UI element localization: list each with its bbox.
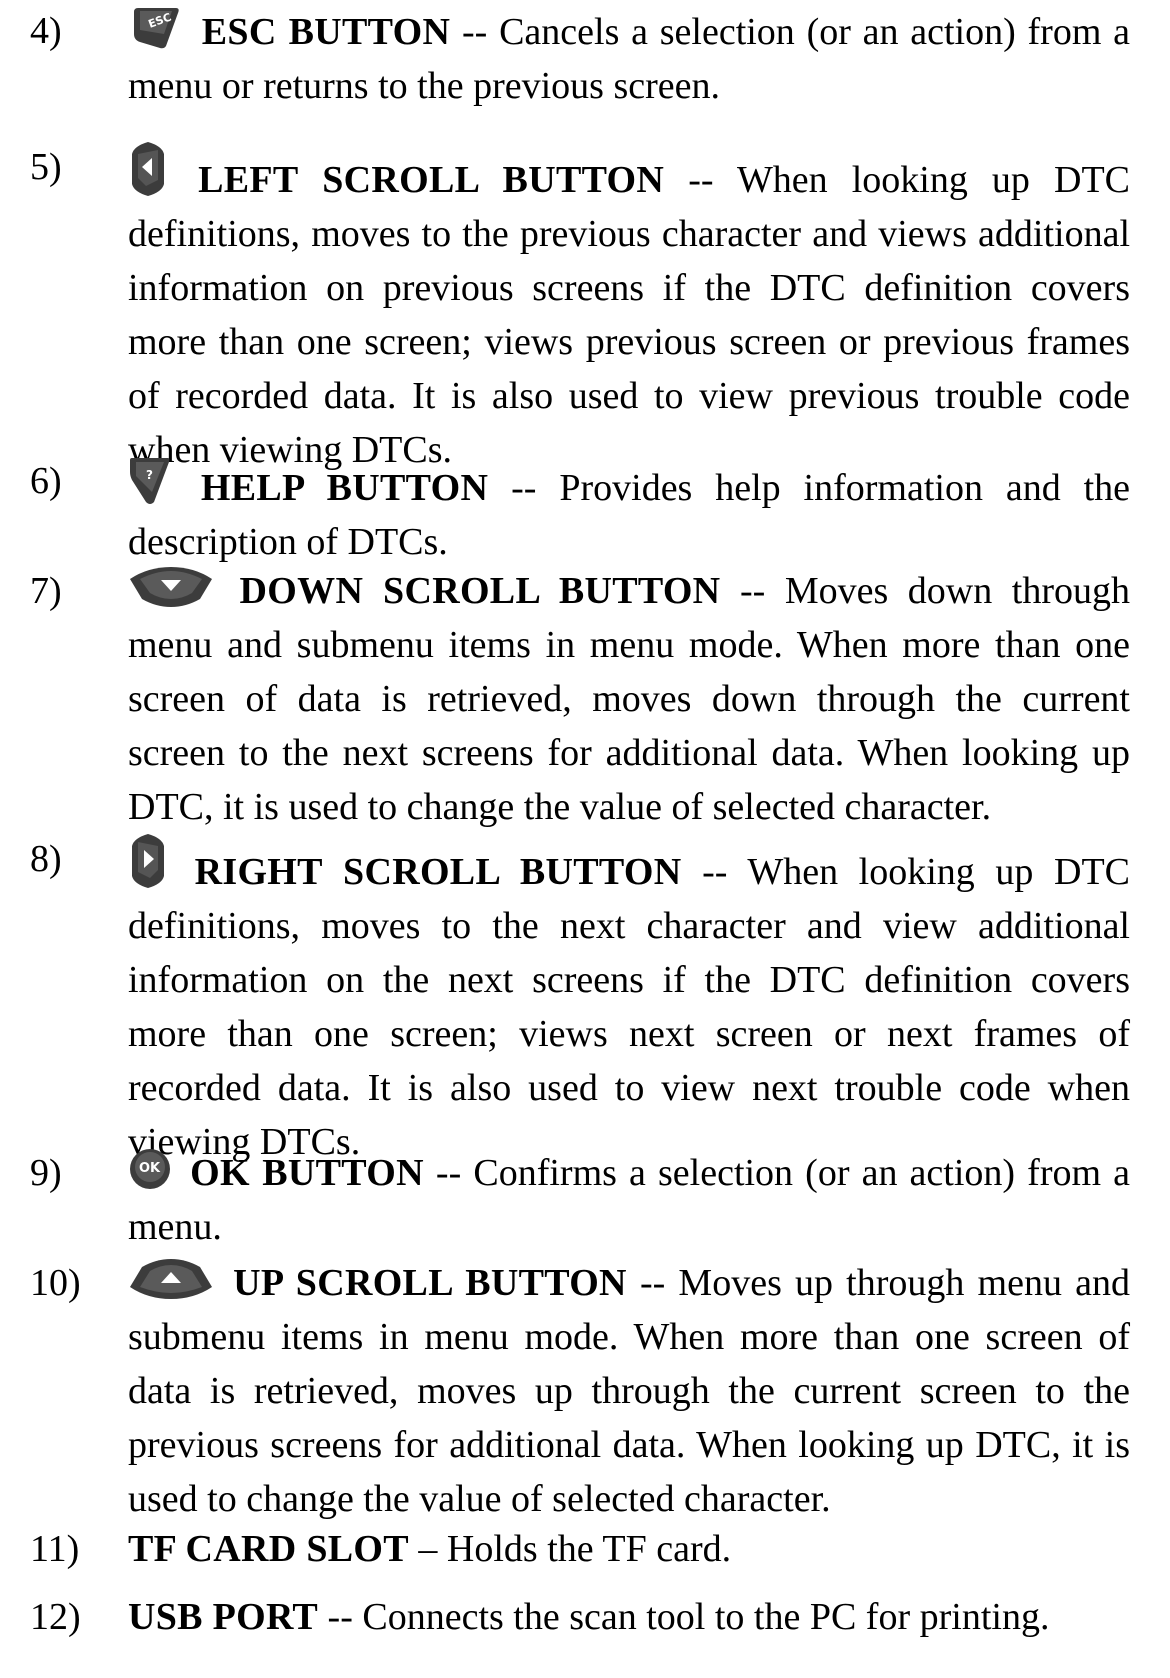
item-number: 9) xyxy=(30,1152,62,1194)
item-number: 12) xyxy=(30,1596,81,1638)
up-scroll-button-icon xyxy=(128,1257,214,1301)
svg-text:?: ? xyxy=(146,468,153,482)
item-title: UP SCROLL BUTTON xyxy=(233,1262,627,1304)
item-description: When looking up DTC definitions, moves t… xyxy=(128,159,1131,471)
list-item-left-scroll: 5) LEFT SCROLL BUTTON -- When looking up… xyxy=(30,140,1130,477)
item-title: OK BUTTON xyxy=(190,1152,424,1194)
list-item-tf-card-slot: 11) TF CARD SLOT – Holds the TF card. xyxy=(30,1522,1130,1576)
ok-button-icon: OK xyxy=(128,1147,172,1191)
item-title: USB PORT xyxy=(128,1596,319,1638)
item-number: 5) xyxy=(30,146,62,188)
list-item-down-scroll: 7) DOWN SCROLL BUTTON -- Moves down thro… xyxy=(30,564,1130,834)
list-item-right-scroll: 8) RIGHT SCROLL BUTTON -- When looking u… xyxy=(30,832,1130,1169)
item-number: 4) xyxy=(30,10,62,52)
item-title: ESC BUTTON xyxy=(201,11,451,53)
list-item-usb-port: 12) USB PORT -- Connects the scan tool t… xyxy=(30,1590,1130,1644)
list-item-esc: 4) ESC ESC BUTTON -- Cancels a selection… xyxy=(30,4,1130,113)
item-title: LEFT SCROLL BUTTON xyxy=(198,159,665,201)
item-number: 8) xyxy=(30,838,62,880)
left-scroll-button-icon xyxy=(128,140,168,198)
item-title: TF CARD SLOT xyxy=(128,1528,409,1570)
manual-page: 4) ESC ESC BUTTON -- Cancels a selection… xyxy=(0,0,1170,1678)
item-title: DOWN SCROLL BUTTON xyxy=(239,570,721,612)
item-description: Holds the TF card. xyxy=(446,1528,732,1570)
item-title: RIGHT SCROLL BUTTON xyxy=(194,851,682,893)
esc-button-icon: ESC xyxy=(128,4,184,50)
list-item-help: 6) ? HELP BUTTON -- Provides help inform… xyxy=(30,454,1130,569)
right-scroll-button-icon xyxy=(128,832,168,890)
svg-text:OK: OK xyxy=(139,1161,161,1176)
item-title: HELP BUTTON xyxy=(200,467,489,509)
list-item-up-scroll: 10) UP SCROLL BUTTON -- Moves up through… xyxy=(30,1256,1130,1526)
help-button-icon: ? xyxy=(128,454,172,506)
item-description: When looking up DTC definitions, moves t… xyxy=(128,851,1131,1163)
list-item-ok: 9) OK OK BUTTON -- Confirms a selection … xyxy=(30,1146,1130,1254)
item-description: Connects the scan tool to the PC for pri… xyxy=(362,1596,1050,1638)
item-number: 7) xyxy=(30,570,62,612)
item-number: 6) xyxy=(30,460,62,502)
down-scroll-button-icon xyxy=(128,565,214,609)
item-number: 11) xyxy=(30,1528,80,1570)
item-number: 10) xyxy=(30,1262,81,1304)
